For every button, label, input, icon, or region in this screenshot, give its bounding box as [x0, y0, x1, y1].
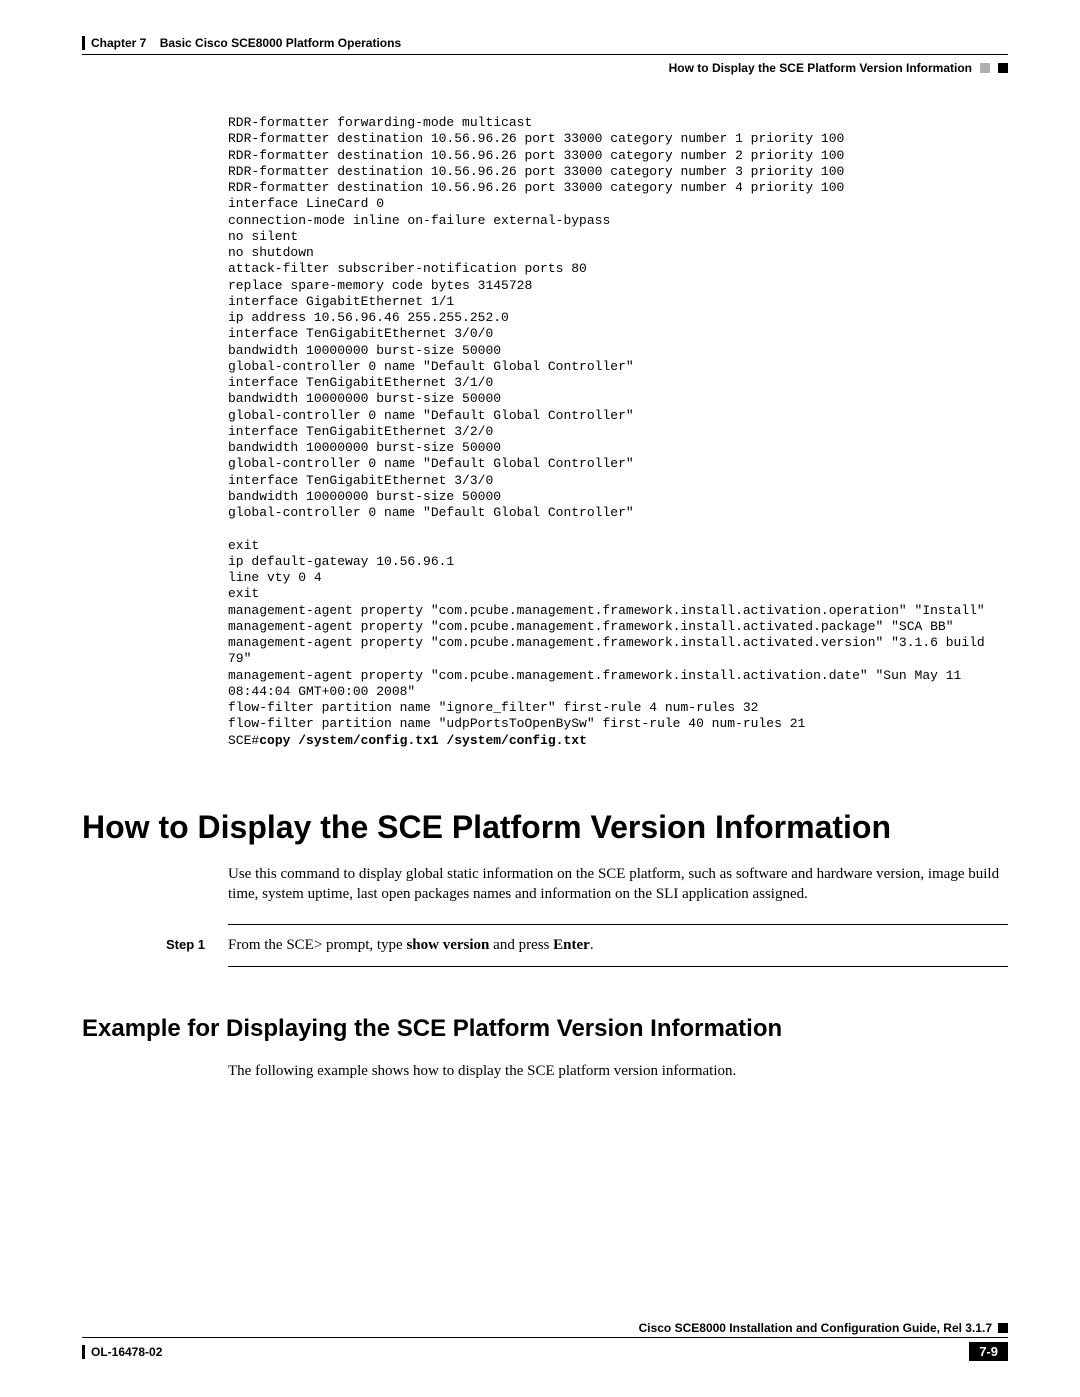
step-command: show version	[406, 937, 489, 953]
step-rule-top	[228, 924, 1008, 925]
footer-title-row: Cisco SCE8000 Installation and Configura…	[82, 1321, 1008, 1335]
config-prompt: SCE#	[228, 733, 259, 748]
section-title: How to Display the SCE Platform Version …	[669, 61, 972, 75]
square-light-icon	[980, 63, 990, 73]
config-command: copy /system/config.tx1 /system/config.t…	[259, 733, 587, 748]
step-suffix: .	[590, 937, 594, 953]
config-last-line: SCE#copy /system/config.tx1 /system/conf…	[228, 733, 587, 748]
section-subheader: How to Display the SCE Platform Version …	[82, 61, 1008, 75]
page-footer: Cisco SCE8000 Installation and Configura…	[82, 1321, 1008, 1361]
step-key: Enter	[553, 937, 590, 953]
chapter-number: Chapter 7	[91, 36, 146, 50]
footer-doc-title: Cisco SCE8000 Installation and Configura…	[639, 1321, 992, 1335]
footer-vertical-bar-icon	[82, 1345, 85, 1359]
step-row: Step 1 From the SCE> prompt, type show v…	[166, 937, 1008, 954]
section-body-2: The following example shows how to displ…	[228, 1061, 1008, 1081]
footer-doc-id: OL-16478-02	[91, 1345, 162, 1359]
footer-left: OL-16478-02	[82, 1345, 162, 1359]
step-prefix: From the SCE> prompt, type	[228, 937, 406, 953]
section-heading-1: How to Display the SCE Platform Version …	[82, 809, 1008, 846]
page-header: Chapter 7 Basic Cisco SCE8000 Platform O…	[82, 36, 1008, 50]
step-instruction: From the SCE> prompt, type show version …	[228, 937, 594, 954]
config-output-block: RDR-formatter forwarding-mode multicast …	[228, 115, 1008, 749]
footer-square-icon	[998, 1323, 1008, 1333]
footer-rule	[82, 1337, 1008, 1338]
footer-bottom-row: OL-16478-02 7-9	[82, 1342, 1008, 1361]
step-mid: and press	[489, 937, 553, 953]
section-body-1: Use this command to display global stati…	[228, 864, 1008, 905]
chapter-label: Chapter 7 Basic Cisco SCE8000 Platform O…	[91, 36, 401, 50]
section-heading-2: Example for Displaying the SCE Platform …	[82, 1015, 1008, 1043]
chapter-title: Basic Cisco SCE8000 Platform Operations	[160, 36, 401, 50]
header-rule	[82, 54, 1008, 55]
square-dark-icon	[998, 63, 1008, 73]
step-rule-bottom	[228, 966, 1008, 967]
config-lines: RDR-formatter forwarding-mode multicast …	[228, 115, 993, 731]
page-number: 7-9	[969, 1342, 1008, 1361]
header-left-decor: Chapter 7 Basic Cisco SCE8000 Platform O…	[82, 36, 401, 50]
vertical-bar-icon	[82, 36, 85, 50]
step-label: Step 1	[166, 937, 216, 952]
